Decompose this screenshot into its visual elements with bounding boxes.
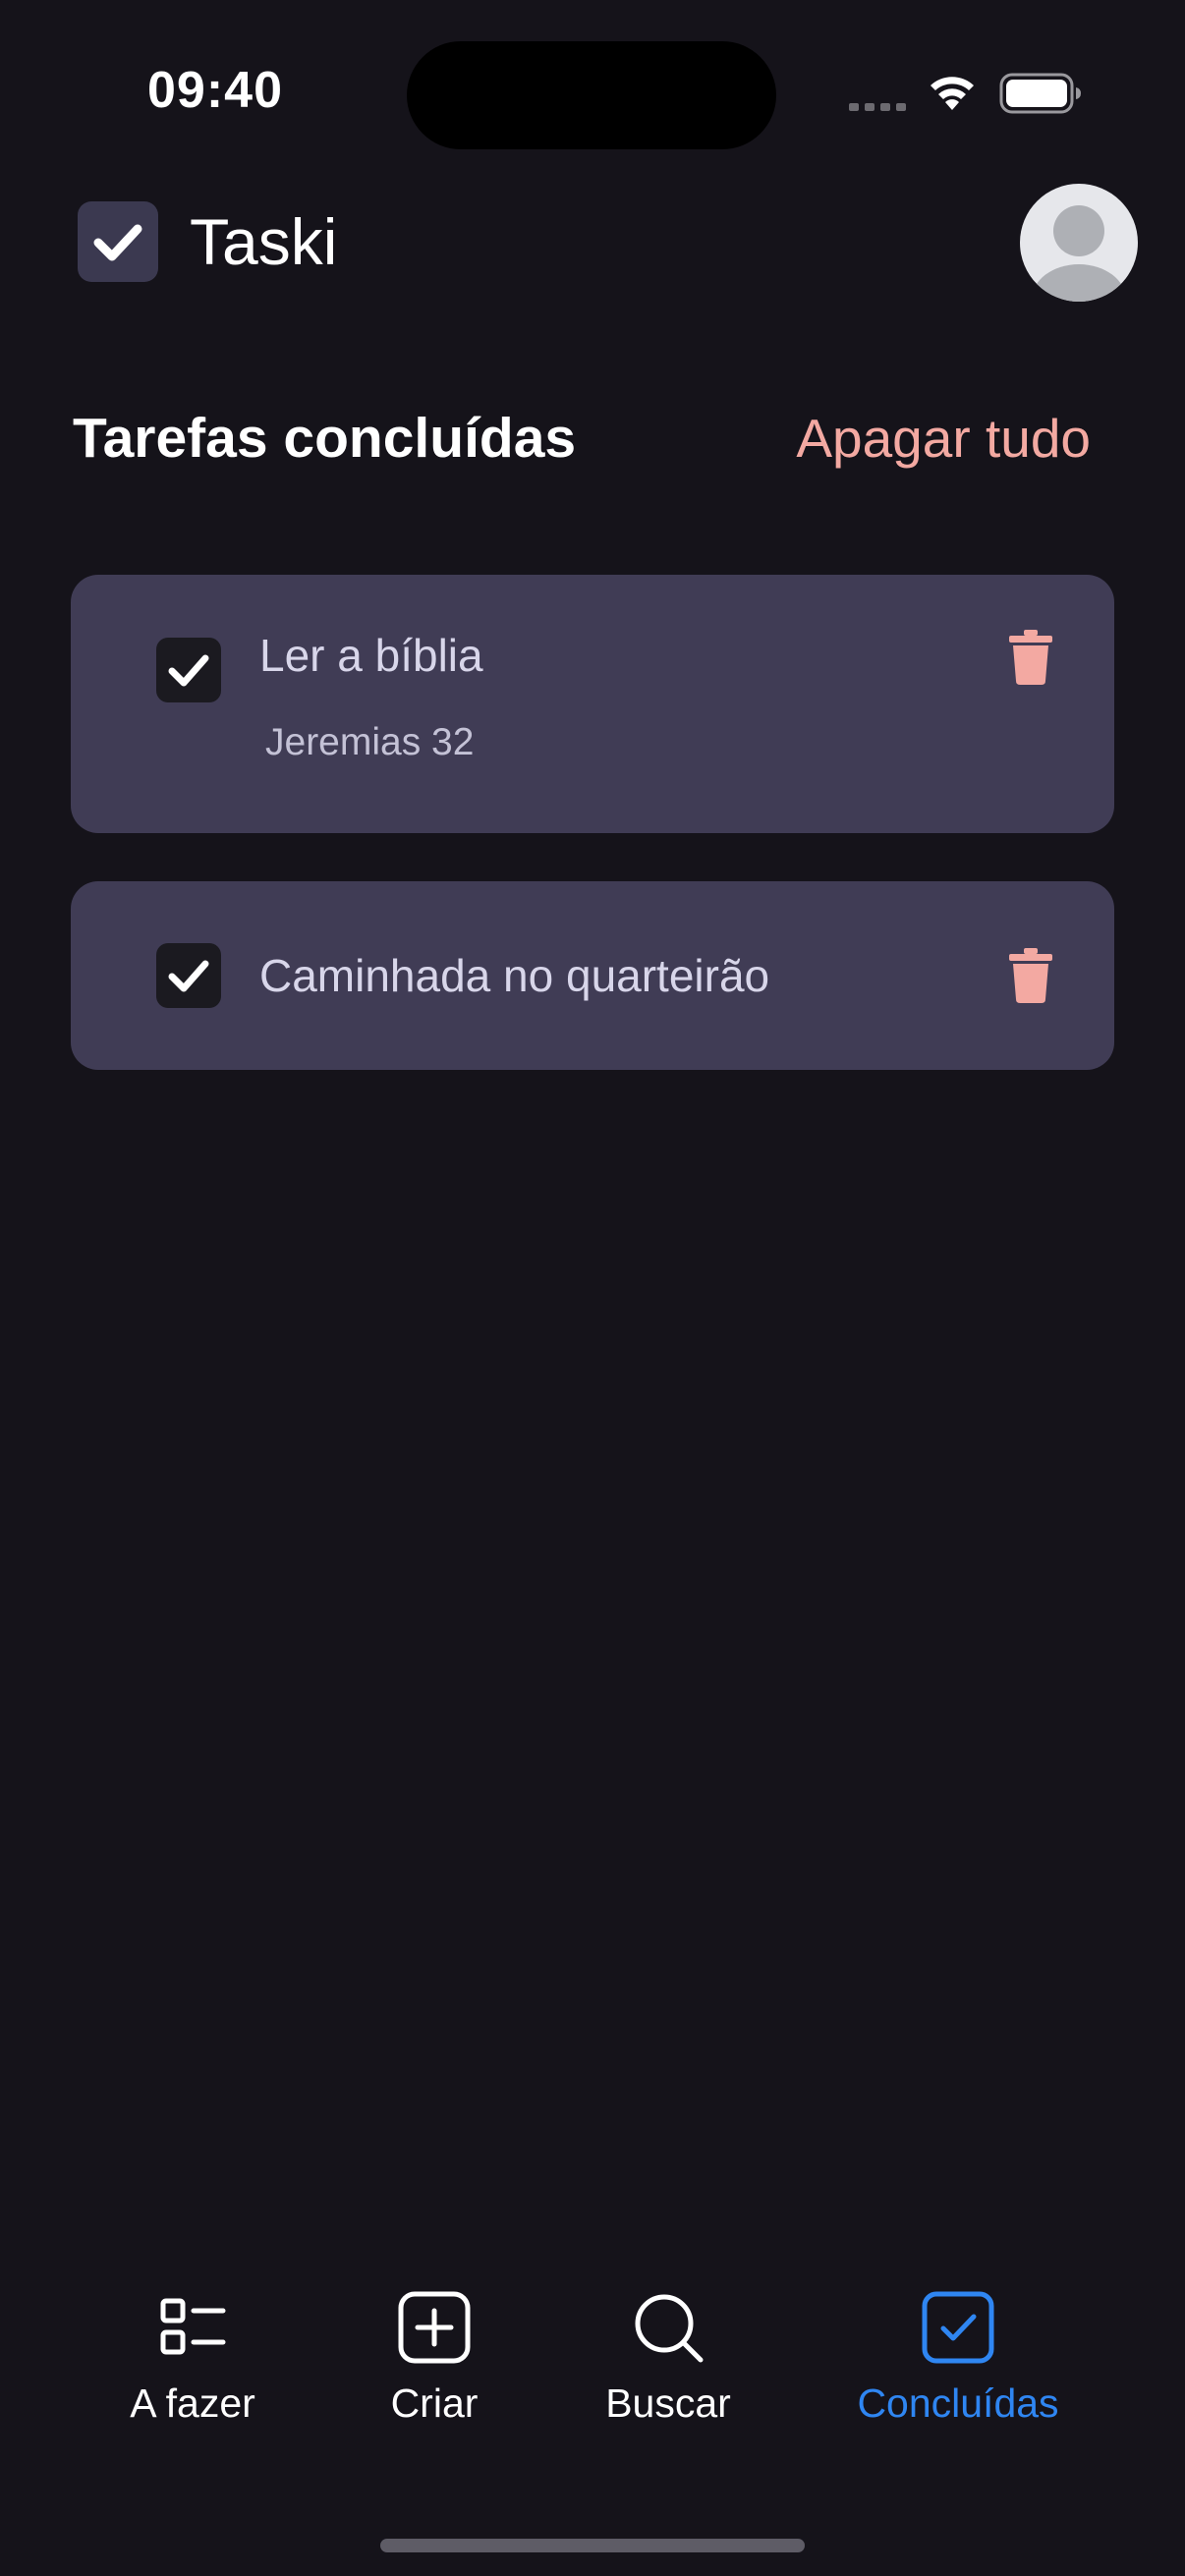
task-description: Jeremias 32 [265, 721, 475, 763]
list-icon [160, 2298, 226, 2355]
task-card[interactable]: Caminhada no quarteirão [71, 881, 1114, 1070]
nav-todo[interactable]: A fazer [114, 2289, 271, 2429]
plus-square-icon [398, 2291, 471, 2364]
section-title: Tarefas concluídas [73, 407, 577, 470]
trash-icon[interactable] [1009, 630, 1052, 685]
checkmark-icon [168, 654, 209, 687]
nav-completed[interactable]: Concluídas [840, 2289, 1076, 2429]
status-time: 09:40 [147, 62, 283, 119]
user-avatar[interactable] [1020, 184, 1138, 302]
nav-label: Buscar [605, 2380, 731, 2426]
wifi-icon [931, 77, 974, 110]
battery-icon [999, 73, 1081, 114]
task-card[interactable]: Ler a bíblia Jeremias 32 [71, 575, 1114, 833]
search-icon [635, 2294, 704, 2363]
nav-search[interactable]: Buscar [590, 2289, 747, 2429]
home-indicator [380, 2539, 805, 2552]
cellular-signal-icon [849, 103, 906, 111]
app-title: Taski [190, 205, 338, 278]
task-title: Ler a bíblia [259, 630, 483, 681]
app-logo [78, 201, 158, 282]
check-square-icon [922, 2291, 994, 2364]
nav-create[interactable]: Criar [356, 2289, 513, 2429]
nav-label: A fazer [130, 2380, 255, 2426]
trash-icon[interactable] [1009, 948, 1052, 1003]
dynamic-island [407, 41, 776, 149]
checkmark-icon [168, 960, 209, 992]
avatar-person-icon [1032, 205, 1126, 302]
check-square-icon [93, 224, 142, 261]
task-title: Caminhada no quarteirão [259, 950, 770, 1001]
clear-all-button[interactable]: Apagar tudo [796, 399, 1091, 477]
nav-label: Criar [390, 2380, 479, 2426]
nav-label: Concluídas [857, 2380, 1059, 2426]
task-checkbox[interactable] [156, 943, 221, 1008]
task-checkbox[interactable] [156, 638, 221, 702]
